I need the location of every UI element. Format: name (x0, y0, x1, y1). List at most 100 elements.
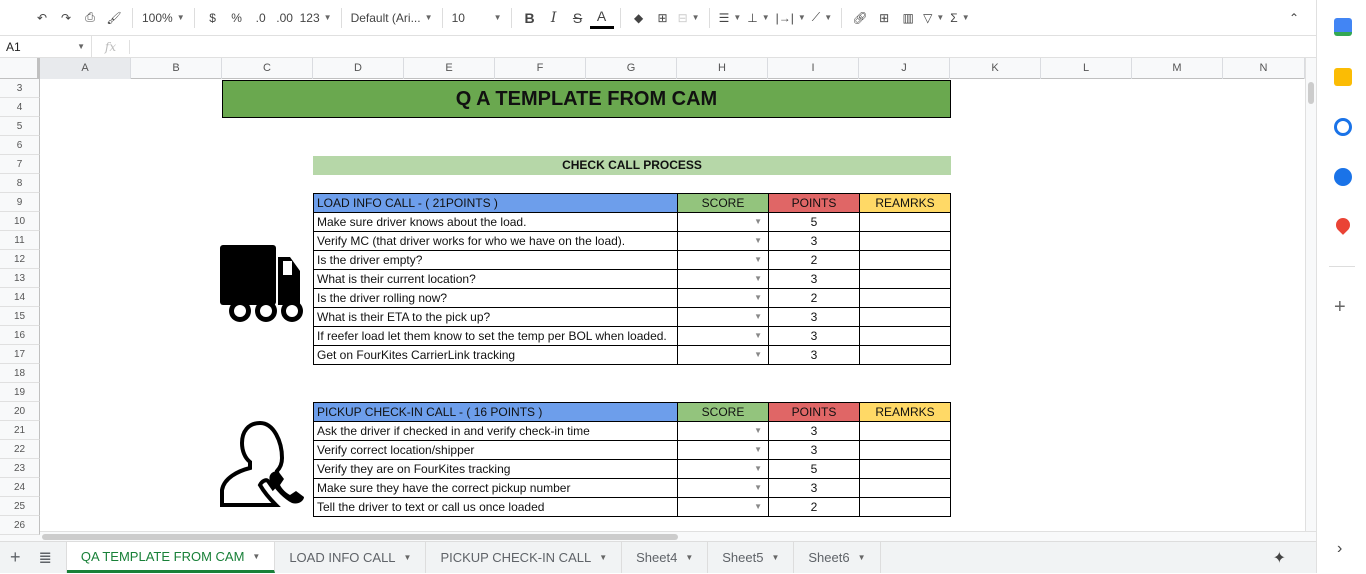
column-header-j[interactable]: J (859, 58, 950, 79)
sheet-tab-4[interactable]: Sheet5 ▼ (708, 542, 795, 573)
sheet-tab-0[interactable]: QA TEMPLATE FROM CAM ▼ (66, 542, 276, 573)
row-header-22[interactable]: 22 (0, 440, 40, 459)
filter-icon[interactable]: ▽ ▼ (920, 4, 947, 32)
dropdown-arrow-icon[interactable]: ▼ (754, 251, 762, 269)
select-all-corner[interactable] (0, 58, 40, 79)
dropdown-arrow-icon[interactable]: ▼ (754, 327, 762, 345)
row-header-8[interactable]: 8 (0, 174, 40, 193)
column-header-l[interactable]: L (1041, 58, 1132, 79)
column-header-a[interactable]: A (40, 58, 131, 79)
row-header-12[interactable]: 12 (0, 250, 40, 269)
column-header-g[interactable]: G (586, 58, 677, 79)
column-header-h[interactable]: H (677, 58, 768, 79)
fill-color-icon[interactable]: ◆ (627, 4, 651, 32)
row-header-5[interactable]: 5 (0, 117, 40, 136)
column-header-c[interactable]: C (222, 58, 313, 79)
remarks-cell[interactable] (859, 231, 951, 251)
sheet-tab-3[interactable]: Sheet4 ▼ (622, 542, 709, 573)
row-header-25[interactable]: 25 (0, 497, 40, 516)
sheet-tab-5[interactable]: Sheet6 ▼ (794, 542, 881, 573)
column-header-b[interactable]: B (131, 58, 222, 79)
italic-button[interactable]: I (542, 4, 566, 32)
tab-menu-arrow-icon[interactable]: ▼ (771, 553, 779, 562)
row-header-7[interactable]: 7 (0, 155, 40, 174)
score-dropdown[interactable]: ▼ (677, 459, 769, 479)
row-header-4[interactable]: 4 (0, 98, 40, 117)
comment-icon[interactable]: ⊞ (872, 4, 896, 32)
add-sheet-button[interactable]: + (0, 542, 31, 573)
score-dropdown[interactable]: ▼ (677, 326, 769, 346)
row-header-23[interactable]: 23 (0, 459, 40, 478)
remarks-cell[interactable] (859, 288, 951, 308)
column-header-d[interactable]: D (313, 58, 404, 79)
paint-format-icon[interactable]: 🖌︎ (102, 4, 126, 32)
format-select[interactable]: 123 ▼ (297, 4, 335, 32)
row-header-15[interactable]: 15 (0, 307, 40, 326)
column-header-m[interactable]: M (1132, 58, 1223, 79)
horizontal-scroll-thumb[interactable] (42, 534, 678, 540)
score-dropdown[interactable]: ▼ (677, 440, 769, 460)
print-icon[interactable]: ⎙ (78, 4, 102, 32)
score-dropdown[interactable]: ▼ (677, 497, 769, 517)
remarks-cell[interactable] (859, 250, 951, 270)
dropdown-arrow-icon[interactable]: ▼ (754, 289, 762, 307)
remarks-cell[interactable] (859, 478, 951, 498)
text-color-button[interactable]: A (589, 7, 614, 29)
remarks-cell[interactable] (859, 269, 951, 289)
dropdown-arrow-icon[interactable]: ▼ (754, 460, 762, 478)
tab-menu-arrow-icon[interactable]: ▼ (858, 553, 866, 562)
align-icon[interactable]: ☰ ▼ (716, 4, 745, 32)
text-rotate-icon[interactable]: ⟋ ▼ (809, 4, 835, 32)
column-header-f[interactable]: F (495, 58, 586, 79)
contacts-icon[interactable] (1334, 168, 1352, 186)
remarks-cell[interactable] (859, 497, 951, 517)
dropdown-arrow-icon[interactable]: ▼ (754, 498, 762, 516)
sheet-tab-1[interactable]: LOAD INFO CALL ▼ (275, 542, 427, 573)
undo-icon[interactable]: ↶ (30, 4, 54, 32)
font-select[interactable]: Default (Ari... ▼ (348, 4, 436, 32)
bold-button[interactable]: B (518, 4, 542, 32)
redo-icon[interactable]: ↷ (54, 4, 78, 32)
row-header-19[interactable]: 19 (0, 383, 40, 402)
column-header-n[interactable]: N (1223, 58, 1305, 79)
row-header-9[interactable]: 9 (0, 193, 40, 212)
column-header-k[interactable]: K (950, 58, 1041, 79)
row-header-11[interactable]: 11 (0, 231, 40, 250)
tab-menu-arrow-icon[interactable]: ▼ (685, 553, 693, 562)
chart-icon[interactable]: ▥ (896, 4, 920, 32)
dropdown-arrow-icon[interactable]: ▼ (754, 346, 762, 364)
sheet-grid[interactable]: Q A TEMPLATE FROM CAM CHECK CALL PROCESS… (40, 79, 1305, 531)
horizontal-scrollbar[interactable] (0, 531, 1316, 541)
row-header-3[interactable]: 3 (0, 79, 40, 98)
score-dropdown[interactable]: ▼ (677, 421, 769, 441)
remarks-cell[interactable] (859, 326, 951, 346)
remarks-cell[interactable] (859, 307, 951, 327)
expand-panel-icon[interactable]: › (1337, 540, 1342, 558)
vertical-scroll-thumb[interactable] (1308, 82, 1314, 104)
row-header-10[interactable]: 10 (0, 212, 40, 231)
score-dropdown[interactable]: ▼ (677, 250, 769, 270)
currency-button[interactable]: $ (201, 4, 225, 32)
remarks-cell[interactable] (859, 459, 951, 479)
dropdown-arrow-icon[interactable]: ▼ (754, 232, 762, 250)
collapse-toolbar-icon[interactable]: ⌃ (1282, 4, 1306, 32)
row-header-13[interactable]: 13 (0, 269, 40, 288)
add-addon-icon[interactable]: + (1334, 296, 1346, 319)
vertical-scrollbar[interactable] (1305, 58, 1316, 531)
dropdown-arrow-icon[interactable]: ▼ (754, 270, 762, 288)
dropdown-arrow-icon[interactable]: ▼ (754, 213, 762, 231)
merge-cells-icon[interactable]: ⊟ ▼ (675, 4, 703, 32)
tab-menu-arrow-icon[interactable]: ▼ (404, 553, 412, 562)
dropdown-arrow-icon[interactable]: ▼ (754, 441, 762, 459)
row-header-16[interactable]: 16 (0, 326, 40, 345)
tab-menu-arrow-icon[interactable]: ▼ (252, 552, 260, 561)
dropdown-arrow-icon[interactable]: ▼ (754, 479, 762, 497)
score-dropdown[interactable]: ▼ (677, 212, 769, 232)
row-header-14[interactable]: 14 (0, 288, 40, 307)
functions-button[interactable]: Σ ▼ (947, 4, 972, 32)
row-header-26[interactable]: 26 (0, 516, 40, 535)
row-header-6[interactable]: 6 (0, 136, 40, 155)
keep-icon[interactable] (1334, 68, 1352, 86)
vertical-align-icon[interactable]: ⊥ ▼ (744, 4, 772, 32)
remarks-cell[interactable] (859, 345, 951, 365)
